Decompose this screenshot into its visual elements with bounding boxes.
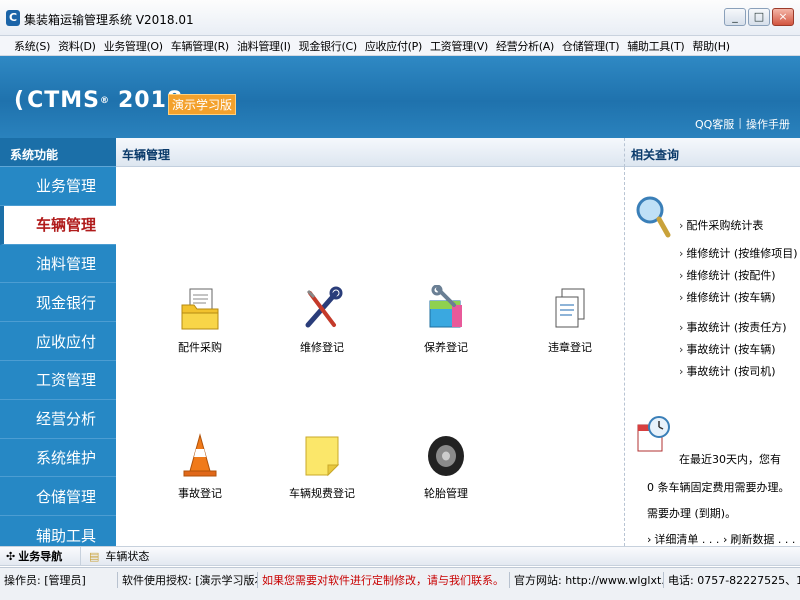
menu-analysis[interactable]: 经营分析(A) xyxy=(492,38,558,54)
status-website[interactable]: 官方网站: http://www.wlglxt.com xyxy=(510,572,664,588)
menu-fuel[interactable]: 油料管理(I) xyxy=(233,38,295,54)
query-link-parts-purchase[interactable]: 配件采购统计表 xyxy=(679,217,763,233)
tile-label: 维修登记 xyxy=(300,341,344,354)
tile-tire[interactable]: 轮胎管理 xyxy=(396,431,496,501)
tab-vehicle-status[interactable]: ▤ 车辆状态 xyxy=(80,547,149,565)
app-icon: C xyxy=(6,10,20,26)
tile-violation[interactable]: 违章登记 xyxy=(520,285,620,355)
tile-maintenance[interactable]: 保养登记 xyxy=(396,285,496,355)
sidebar-header: 系统功能 xyxy=(0,138,116,167)
notice-line-1: 在最近30天内，您有 xyxy=(679,453,781,466)
business-nav-label: 业务导航 xyxy=(18,550,63,563)
tile-accident[interactable]: 事故登记 xyxy=(150,431,250,501)
sidebar: 系统功能 业务管理 车辆管理 油料管理 现金银行 应收应付 工资管理 经营分析 … xyxy=(0,138,116,555)
clipboard-icon: ▤ xyxy=(89,549,100,563)
detail-list-button[interactable]: 详细清单 . . . xyxy=(647,531,719,547)
tile-parts-purchase[interactable]: 配件采购 xyxy=(150,285,250,355)
sidebar-item-maintenance[interactable]: 系统维护 xyxy=(0,439,116,478)
menu-system[interactable]: 系统(S) xyxy=(10,38,54,54)
main-header: 车辆管理 xyxy=(116,138,624,167)
sidebar-item-vehicle[interactable]: 车辆管理 xyxy=(0,205,116,245)
related-query-panel: 配件采购统计表 维修统计 (按维修项目) 维修统计 (按配件) 维修统计 (按车… xyxy=(624,167,800,546)
sticky-note-icon xyxy=(305,436,340,477)
query-link-accident-by-driver[interactable]: 事故统计 (按司机) xyxy=(679,363,775,379)
refresh-data-button[interactable]: 刷新数据 . . . xyxy=(723,531,795,547)
tile-label: 违章登记 xyxy=(548,341,592,354)
query-link-accident-by-vehicle[interactable]: 事故统计 (按车辆) xyxy=(679,341,775,357)
banner-links: QQ客服 | 操作手册 xyxy=(695,116,790,132)
menu-vehicle[interactable]: 车辆管理(R) xyxy=(167,38,233,54)
calendar-clock-icon xyxy=(637,416,670,452)
tile-label: 配件采购 xyxy=(178,341,222,354)
query-link-accident-by-party[interactable]: 事故统计 (按责任方) xyxy=(679,319,786,335)
logo-registered: ® xyxy=(99,95,110,106)
tile-label: 事故登记 xyxy=(178,487,222,500)
tire-icon xyxy=(428,436,464,476)
documents-icon xyxy=(555,288,585,328)
related-query-header: 相关查询 xyxy=(624,138,800,167)
sidebar-item-payroll[interactable]: 工资管理 xyxy=(0,361,116,400)
tile-label: 轮胎管理 xyxy=(424,487,468,500)
menu-warehouse[interactable]: 仓储管理(T) xyxy=(558,38,623,54)
sidebar-item-cash[interactable]: 现金银行 xyxy=(0,283,116,323)
tile-vehicle-fees[interactable]: 车辆规费登记 xyxy=(272,431,372,501)
banner: ( CTMS ® 2018 演示学习版 QQ客服 | 操作手册 xyxy=(0,56,800,138)
menu-bar: 系统(S) 资料(D) 业务管理(O) 车辆管理(R) 油料管理(I) 现金银行… xyxy=(0,36,800,56)
status-operator: 操作员: [管理员] xyxy=(0,572,118,588)
query-link-repair-by-vehicle[interactable]: 维修统计 (按车辆) xyxy=(679,289,775,305)
menu-help[interactable]: 帮助(H) xyxy=(688,38,733,54)
wrench-screwdriver-icon xyxy=(305,286,343,328)
menu-tools[interactable]: 辅助工具(T) xyxy=(623,38,688,54)
ctms-logo: ( CTMS ® 2018 xyxy=(14,88,183,113)
tile-label: 保养登记 xyxy=(424,341,468,354)
menu-business[interactable]: 业务管理(O) xyxy=(100,38,167,54)
notice-line-2: 0 条车辆固定费用需要办理。 xyxy=(647,481,790,494)
query-link-repair-by-part[interactable]: 维修统计 (按配件) xyxy=(679,267,775,283)
sidebar-item-receivable[interactable]: 应收应付 xyxy=(0,322,116,361)
query-link-repair-by-item[interactable]: 维修统计 (按维修项目) xyxy=(679,245,797,261)
menu-receivable[interactable]: 应收应付(P) xyxy=(361,38,426,54)
edition-badge: 演示学习版 xyxy=(168,94,237,115)
status-notice: 如果您需要对软件进行定制修改，请与我们联系。 xyxy=(258,572,510,588)
magnifier-icon xyxy=(636,196,671,238)
sidebar-item-warehouse[interactable]: 仓储管理 xyxy=(0,477,116,517)
traffic-cone-icon xyxy=(183,433,217,477)
tile-label: 车辆规费登记 xyxy=(289,487,355,500)
sidebar-item-fuel[interactable]: 油料管理 xyxy=(0,245,116,284)
folder-document-icon xyxy=(181,288,219,330)
qq-support-link[interactable]: QQ客服 xyxy=(695,116,734,132)
title-bar: C 集装箱运输管理系统 V2018.01 _ □ × xyxy=(0,0,800,36)
main-panel: 配件采购 维修登记 保养登记 违章登记 事故登记 车辆规费登记 轮胎管理 xyxy=(116,167,624,546)
maximize-button[interactable]: □ xyxy=(748,8,770,26)
menu-data[interactable]: 资料(D) xyxy=(54,38,100,54)
window-title: 集装箱运输管理系统 V2018.01 xyxy=(24,13,194,27)
sidebar-item-business[interactable]: 业务管理 xyxy=(0,167,116,206)
tab-vehicle-status-label: 车辆状态 xyxy=(105,550,150,563)
manual-link[interactable]: 操作手册 xyxy=(746,116,790,132)
status-bar: 操作员: [管理员] 软件使用授权: [演示学习版本] 如果您需要对软件进行定制… xyxy=(0,567,800,600)
status-phone: 电话: 0757-82227525、13729 xyxy=(668,574,800,587)
sidebar-item-analysis[interactable]: 经营分析 xyxy=(0,400,116,439)
logo-text: CTMS xyxy=(27,88,100,113)
menu-payroll[interactable]: 工资管理(V) xyxy=(426,38,492,54)
business-nav-button[interactable]: ✣ 业务导航 xyxy=(0,548,80,564)
notice-line-3: 需要办理 (到期)。 xyxy=(647,507,737,520)
tile-repair[interactable]: 维修登记 xyxy=(272,285,372,355)
link-separator: | xyxy=(738,116,742,129)
logo-swoosh-icon: ( xyxy=(14,88,26,113)
minimize-button[interactable]: _ xyxy=(724,8,746,26)
status-license: 软件使用授权: [演示学习版本] xyxy=(118,572,258,588)
menu-cash[interactable]: 现金银行(C) xyxy=(295,38,361,54)
bottom-nav-strip: ✣ 业务导航 ▤ 车辆状态 xyxy=(0,546,800,566)
close-button[interactable]: × xyxy=(772,8,794,26)
compass-icon: ✣ xyxy=(6,549,16,563)
maintenance-icon xyxy=(429,285,462,328)
window-controls: _ □ × xyxy=(724,8,794,26)
